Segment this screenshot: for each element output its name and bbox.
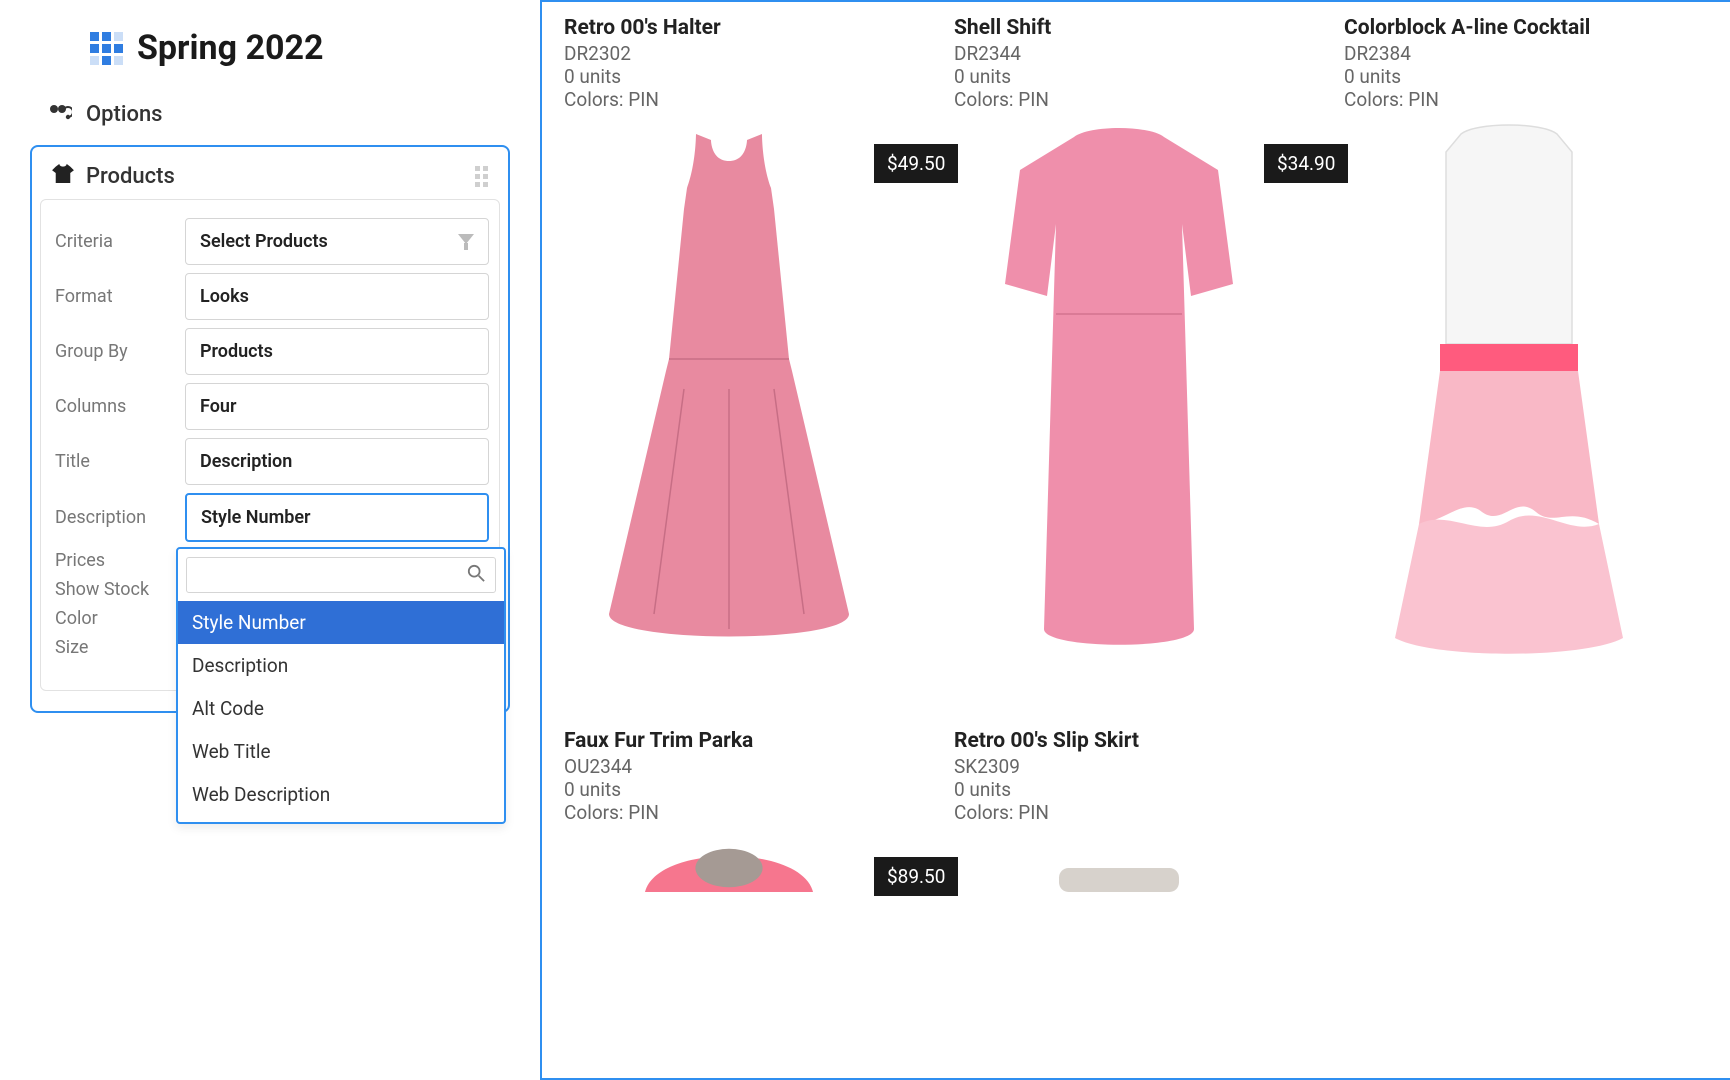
dropdown-option[interactable]: Web Title — [178, 730, 504, 773]
criteria-select[interactable]: Select Products — [185, 218, 489, 265]
product-card[interactable]: Colorblock A-line Cocktail DR2384 0 unit… — [1344, 16, 1730, 659]
product-sku: DR2344 — [954, 42, 1344, 65]
dropdown-option[interactable]: Description — [178, 644, 504, 687]
products-panel: Products Criteria Select Products Format… — [30, 145, 510, 713]
product-card[interactable]: Retro 00's Halter DR2302 0 units Colors:… — [564, 16, 954, 659]
product-colors: Colors: PIN — [954, 801, 1344, 824]
color-label: Color — [55, 608, 185, 629]
product-units: 0 units — [1344, 65, 1730, 88]
show-stock-label: Show Stock — [55, 579, 185, 600]
description-select[interactable]: Style Number — [185, 493, 489, 542]
product-colors: Colors: PIN — [564, 88, 954, 111]
price-badge: $49.50 — [874, 144, 958, 183]
dropdown-option[interactable]: Style Number — [178, 601, 504, 644]
product-title: Shell Shift — [954, 16, 1344, 40]
tshirt-icon — [52, 163, 74, 189]
product-units: 0 units — [564, 65, 954, 88]
product-title: Colorblock A-line Cocktail — [1344, 16, 1730, 40]
product-colors: Colors: PIN — [1344, 88, 1730, 111]
page-title: Spring 2022 — [137, 28, 323, 68]
options-label: Options — [86, 102, 163, 127]
size-label: Size — [55, 637, 185, 658]
product-image — [954, 119, 1284, 659]
options-icon — [48, 102, 72, 127]
product-title: Retro 00's Slip Skirt — [954, 729, 1344, 753]
search-icon — [467, 564, 485, 586]
product-image — [564, 119, 894, 659]
product-units: 0 units — [564, 778, 954, 801]
columns-label: Columns — [55, 396, 185, 417]
product-grid-region: Retro 00's Halter DR2302 0 units Colors:… — [540, 0, 1730, 1080]
product-sku: OU2344 — [564, 755, 954, 778]
drag-handle-icon[interactable] — [475, 166, 488, 187]
product-card[interactable]: Shell Shift DR2344 0 units Colors: PIN $… — [954, 16, 1344, 659]
product-image — [564, 832, 894, 892]
title-label: Title — [55, 451, 185, 472]
criteria-label: Criteria — [55, 231, 185, 252]
price-badge: $34.90 — [1264, 144, 1348, 183]
format-select[interactable]: Looks — [185, 273, 489, 320]
product-image — [954, 832, 1284, 892]
product-colors: Colors: PIN — [564, 801, 954, 824]
dropdown-search-input[interactable] — [197, 566, 467, 584]
product-colors: Colors: PIN — [954, 88, 1344, 111]
product-sku: DR2384 — [1344, 42, 1730, 65]
dropdown-option[interactable]: Alt Code — [178, 687, 504, 730]
format-label: Format — [55, 286, 185, 307]
group-by-select[interactable]: Products — [185, 328, 489, 375]
dropdown-search[interactable] — [186, 557, 496, 593]
product-title: Faux Fur Trim Parka — [564, 729, 954, 753]
product-card[interactable]: Retro 00's Slip Skirt SK2309 0 units Col… — [954, 729, 1344, 892]
description-label: Description — [55, 507, 185, 528]
group-by-label: Group By — [55, 341, 185, 362]
product-sku: DR2302 — [564, 42, 954, 65]
description-dropdown: Style Number Description Alt Code Web Ti… — [176, 547, 506, 824]
product-title: Retro 00's Halter — [564, 16, 954, 40]
product-sku: SK2309 — [954, 755, 1344, 778]
columns-select[interactable]: Four — [185, 383, 489, 430]
app-grid-icon — [90, 32, 123, 65]
product-card[interactable]: Faux Fur Trim Parka OU2344 0 units Color… — [564, 729, 954, 892]
product-units: 0 units — [954, 778, 1344, 801]
title-select[interactable]: Description — [185, 438, 489, 485]
product-image — [1344, 119, 1674, 659]
products-panel-title: Products — [86, 164, 175, 189]
prices-label: Prices — [55, 550, 185, 571]
dropdown-option[interactable]: Web Description — [178, 773, 504, 816]
product-units: 0 units — [954, 65, 1344, 88]
filter-icon — [458, 234, 474, 250]
price-badge: $89.50 — [874, 857, 958, 896]
